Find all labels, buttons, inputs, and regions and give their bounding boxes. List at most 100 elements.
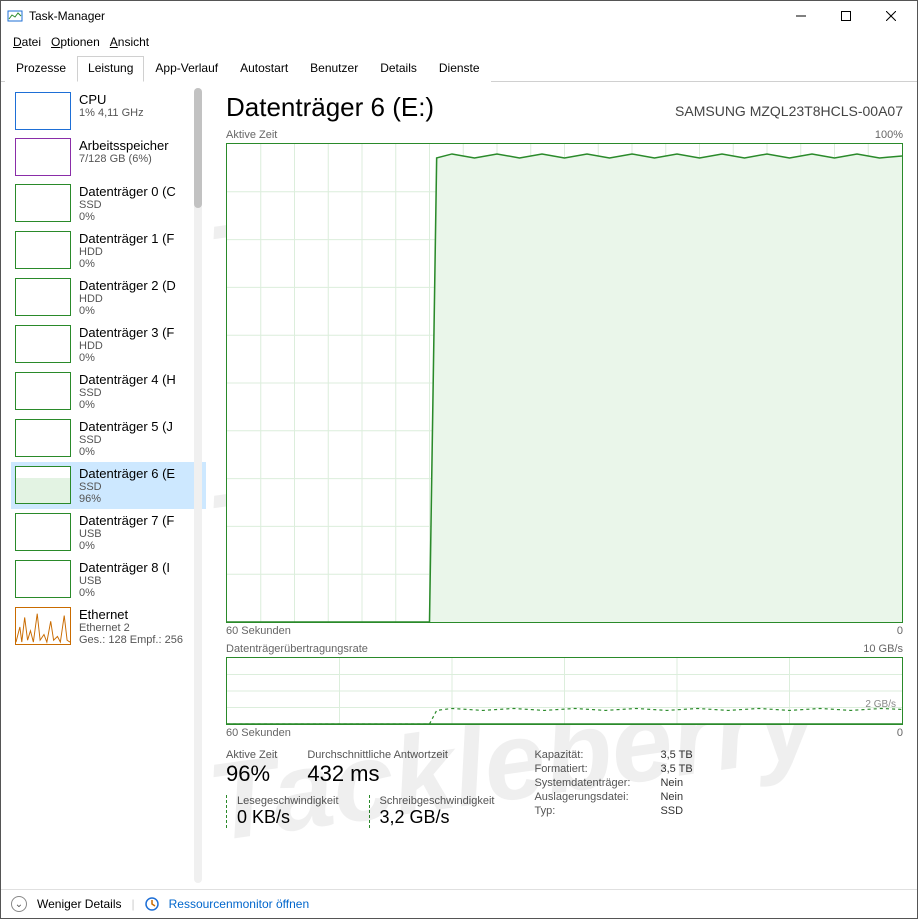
sidebar-scrollbar[interactable]	[190, 88, 206, 883]
sidebar-item-line3: 0%	[79, 399, 176, 411]
active-time-label: Aktive Zeit	[226, 749, 277, 761]
sidebar-item-line3: 0%	[79, 446, 173, 458]
sidebar-item-title: Datenträger 0 (C	[79, 184, 176, 199]
sidebar-thumb	[15, 325, 71, 363]
sidebar-item-title: Datenträger 3 (F	[79, 325, 174, 340]
read-speed-label: Lesegeschwindigkeit	[237, 795, 339, 807]
sidebar-item-title: Datenträger 8 (I	[79, 560, 170, 575]
sidebar-item-line3: 0%	[79, 211, 176, 223]
chevron-down-icon[interactable]: ⌄	[11, 896, 27, 912]
menu-file[interactable]: Datei	[9, 33, 45, 51]
read-speed-value: 0 KB/s	[237, 807, 339, 828]
chart2-x-left: 60 Sekunden	[226, 727, 291, 739]
sidebar-item-10[interactable]: Datenträger 8 (IUSB0%	[11, 556, 206, 603]
sidebar-item-line2: SSD	[79, 387, 176, 399]
sidebar-thumb	[15, 184, 71, 222]
fewer-details-link[interactable]: Weniger Details	[37, 897, 121, 911]
footer: ⌄ Weniger Details | Ressourcenmonitor öf…	[1, 889, 917, 918]
write-speed-value: 3,2 GB/s	[380, 807, 495, 828]
sidebar-item-line2: Ethernet 2	[79, 622, 183, 634]
minimize-button[interactable]	[778, 2, 823, 30]
close-button[interactable]	[868, 2, 913, 30]
sidebar-item-0[interactable]: CPU1% 4,11 GHz	[11, 88, 206, 134]
sidebar-item-line3: 0%	[79, 352, 174, 364]
sidebar-item-3[interactable]: Datenträger 1 (FHDD0%	[11, 227, 206, 274]
sidebar-thumb	[15, 92, 71, 130]
sidebar-item-title: Datenträger 4 (H	[79, 372, 176, 387]
open-resource-monitor-link[interactable]: Ressourcenmonitor öffnen	[169, 897, 310, 911]
sidebar-item-line3: 0%	[79, 305, 176, 317]
sidebar-item-line2: HDD	[79, 293, 176, 305]
sidebar-item-line2: USB	[79, 528, 174, 540]
menu-view[interactable]: Ansicht	[106, 33, 153, 51]
sidebar-item-line2: SSD	[79, 481, 175, 493]
window-title: Task-Manager	[29, 9, 778, 23]
tab-app-history[interactable]: App-Verlauf	[144, 56, 229, 82]
maximize-button[interactable]	[823, 2, 868, 30]
chart1-x-left: 60 Sekunden	[226, 625, 291, 637]
sidebar-thumb	[15, 372, 71, 410]
sidebar-item-title: Arbeitsspeicher	[79, 138, 169, 153]
performance-sidebar: CPU1% 4,11 GHzArbeitsspeicher7/128 GB (6…	[1, 82, 206, 889]
tab-performance[interactable]: Leistung	[77, 56, 144, 82]
sidebar-item-title: Ethernet	[79, 607, 183, 622]
tab-details[interactable]: Details	[369, 56, 428, 82]
sidebar-item-6[interactable]: Datenträger 4 (HSSD0%	[11, 368, 206, 415]
sidebar-thumb	[15, 607, 71, 645]
sidebar-item-line2: SSD	[79, 434, 173, 446]
avg-response-label: Durchschnittliche Antwortzeit	[307, 749, 448, 761]
sidebar-item-title: Datenträger 2 (D	[79, 278, 176, 293]
tab-users[interactable]: Benutzer	[299, 56, 369, 82]
sidebar-item-line2: HDD	[79, 246, 174, 258]
chart2-inner-label: 2 GB/s	[865, 699, 896, 710]
active-time-chart	[226, 143, 903, 623]
tab-startup[interactable]: Autostart	[229, 56, 299, 82]
sidebar-item-line3: 0%	[79, 540, 174, 552]
sidebar-item-9[interactable]: Datenträger 7 (FUSB0%	[11, 509, 206, 556]
sidebar-item-line2: SSD	[79, 199, 176, 211]
tab-services[interactable]: Dienste	[428, 56, 491, 82]
write-speed-label: Schreibgeschwindigkeit	[380, 795, 495, 807]
sidebar-item-line2: USB	[79, 575, 170, 587]
page-title: Datenträger 6 (E:)	[226, 92, 434, 123]
sidebar-item-8[interactable]: Datenträger 6 (ESSD96%	[11, 462, 206, 509]
sidebar-item-2[interactable]: Datenträger 0 (CSSD0%	[11, 180, 206, 227]
sidebar-item-title: CPU	[79, 92, 144, 107]
sidebar-item-line2: 1% 4,11 GHz	[79, 107, 144, 119]
sidebar-item-line2: 7/128 GB (6%)	[79, 153, 169, 165]
disk-properties: Kapazität:3,5 TB Formatiert:3,5 TB Syste…	[534, 749, 692, 817]
sidebar-item-5[interactable]: Datenträger 3 (FHDD0%	[11, 321, 206, 368]
sidebar-item-title: Datenträger 7 (F	[79, 513, 174, 528]
menubar: Datei Optionen Ansicht	[1, 31, 917, 53]
sidebar-item-7[interactable]: Datenträger 5 (JSSD0%	[11, 415, 206, 462]
sidebar-thumb	[15, 513, 71, 551]
sidebar-item-1[interactable]: Arbeitsspeicher7/128 GB (6%)	[11, 134, 206, 180]
sidebar-item-line3: Ges.: 128 Empf.: 256	[79, 634, 183, 646]
sidebar-thumb	[15, 231, 71, 269]
sidebar-thumb	[15, 466, 71, 504]
sidebar-item-line3: 96%	[79, 493, 175, 505]
disk-model: SAMSUNG MZQL23T8HCLS-00A07	[675, 103, 903, 119]
sidebar-thumb	[15, 138, 71, 176]
sidebar-item-line3: 0%	[79, 587, 170, 599]
sidebar-thumb	[15, 560, 71, 598]
sidebar-item-title: Datenträger 1 (F	[79, 231, 174, 246]
transfer-rate-chart: 2 GB/s	[226, 657, 903, 725]
tabs: Prozesse Leistung App-Verlauf Autostart …	[1, 55, 917, 82]
chart1-right-label: 100%	[875, 129, 903, 141]
sidebar-item-line3: 0%	[79, 258, 174, 270]
sidebar-item-line2: HDD	[79, 340, 174, 352]
chart2-left-label: Datenträgerübertragungsrate	[226, 643, 368, 655]
chart1-left-label: Aktive Zeit	[226, 129, 277, 141]
sidebar-item-11[interactable]: EthernetEthernet 2Ges.: 128 Empf.: 256	[11, 603, 206, 650]
chart2-right-label: 10 GB/s	[863, 643, 903, 655]
performance-detail: Tackleberry Tackleberry Tackleberry Date…	[206, 82, 917, 889]
sidebar-thumb	[15, 278, 71, 316]
sidebar-item-title: Datenträger 5 (J	[79, 419, 173, 434]
chart2-x-right: 0	[897, 727, 903, 739]
menu-options[interactable]: Optionen	[47, 33, 104, 51]
sidebar-item-4[interactable]: Datenträger 2 (DHDD0%	[11, 274, 206, 321]
app-icon	[7, 8, 23, 24]
titlebar: Task-Manager	[1, 1, 917, 31]
tab-processes[interactable]: Prozesse	[5, 56, 77, 82]
